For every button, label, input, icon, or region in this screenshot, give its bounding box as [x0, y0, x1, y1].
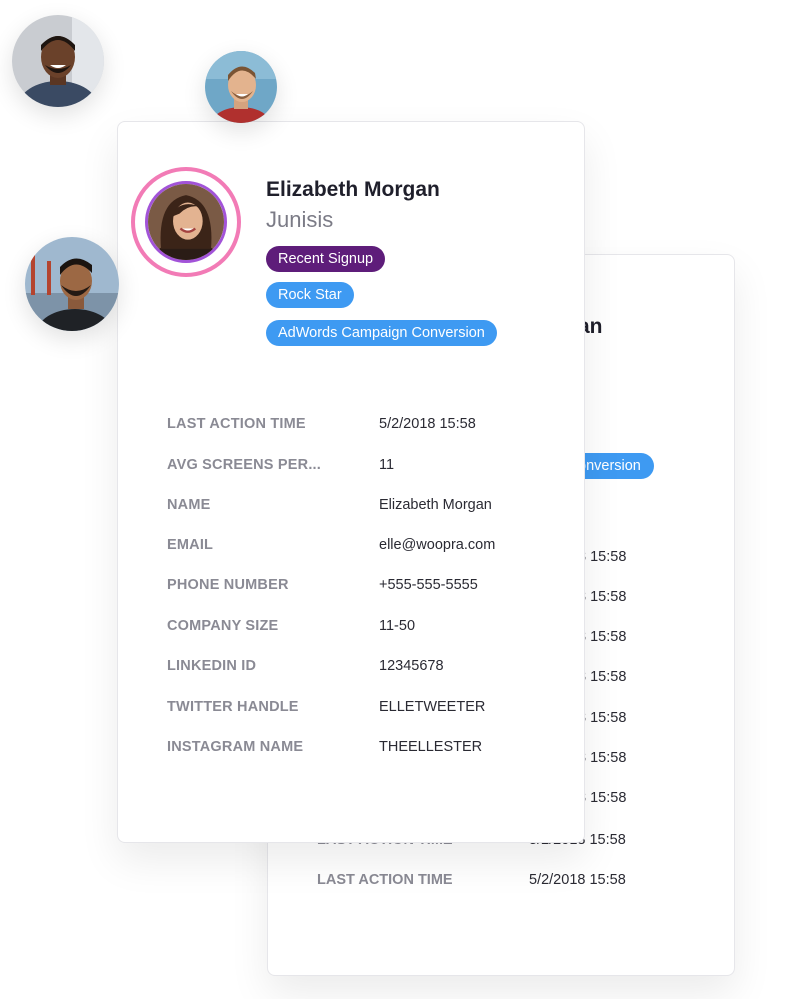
back-time-fragment: 8 15:58	[578, 790, 627, 806]
tag-rock-star[interactable]: Rock Star	[266, 282, 354, 308]
back-time-fragment: 8 15:58	[578, 549, 627, 565]
profile-company: Junisis	[266, 207, 334, 232]
detail-value-name: Elizabeth Morgan	[379, 497, 492, 513]
profile-avatar-ring	[131, 167, 241, 277]
user-avatar-3[interactable]	[25, 237, 119, 331]
user-avatar-1[interactable]	[12, 15, 104, 107]
detail-label-twitter: TWITTER HANDLE	[167, 699, 299, 715]
detail-label-email: EMAIL	[167, 537, 214, 553]
detail-value-twitter: ELLETWEETER	[379, 699, 486, 715]
man-beard-photo-icon	[12, 15, 104, 107]
profile-name: Elizabeth Morgan	[266, 178, 440, 201]
detail-label-linkedin: LINKEDIN ID	[167, 658, 257, 674]
detail-value-email[interactable]: elle@woopra.com	[379, 537, 495, 553]
woman-portrait-photo-icon	[148, 184, 224, 260]
back-time-fragment: 8 15:58	[578, 750, 627, 766]
detail-label-name: NAME	[167, 497, 211, 513]
detail-label-avg-screens: AVG SCREENS PER...	[167, 457, 322, 473]
detail-value-instagram: THEELLESTER	[379, 739, 483, 755]
back-last-label: LAST ACTION TIME	[317, 872, 453, 888]
profile-card: Elizabeth Morgan Junisis Recent Signup R…	[117, 121, 585, 843]
back-time-fragment: 8 15:58	[578, 589, 627, 605]
detail-value-company-size: 11-50	[379, 618, 416, 634]
detail-value-phone: +555-555-5555	[379, 577, 478, 593]
detail-value-avg-screens: 11	[379, 457, 395, 473]
man-bridge-photo-icon	[25, 237, 119, 331]
detail-label-company-size: COMPANY SIZE	[167, 618, 279, 634]
back-time-fragment: 8 15:58	[578, 629, 627, 645]
back-last-value: 5/2/2018 15:58	[529, 872, 626, 888]
back-time-fragment: 8 15:58	[578, 710, 627, 726]
tag-recent-signup[interactable]: Recent Signup	[266, 246, 386, 272]
detail-label-last-action-time: LAST ACTION TIME	[167, 416, 306, 432]
detail-label-phone: PHONE NUMBER	[167, 577, 289, 593]
tag-adwords-campaign-conversion[interactable]: AdWords Campaign Conversion	[266, 320, 497, 346]
detail-value-last-action-time: 5/2/2018 15:58	[379, 416, 476, 432]
back-time-fragment: 8 15:58	[578, 669, 627, 685]
user-avatar-2[interactable]	[205, 51, 277, 123]
detail-label-instagram: INSTAGRAM NAME	[167, 739, 304, 755]
profile-avatar[interactable]	[145, 181, 227, 263]
detail-value-linkedin: 12345678	[379, 658, 444, 674]
man-smiling-photo-icon	[205, 51, 277, 123]
